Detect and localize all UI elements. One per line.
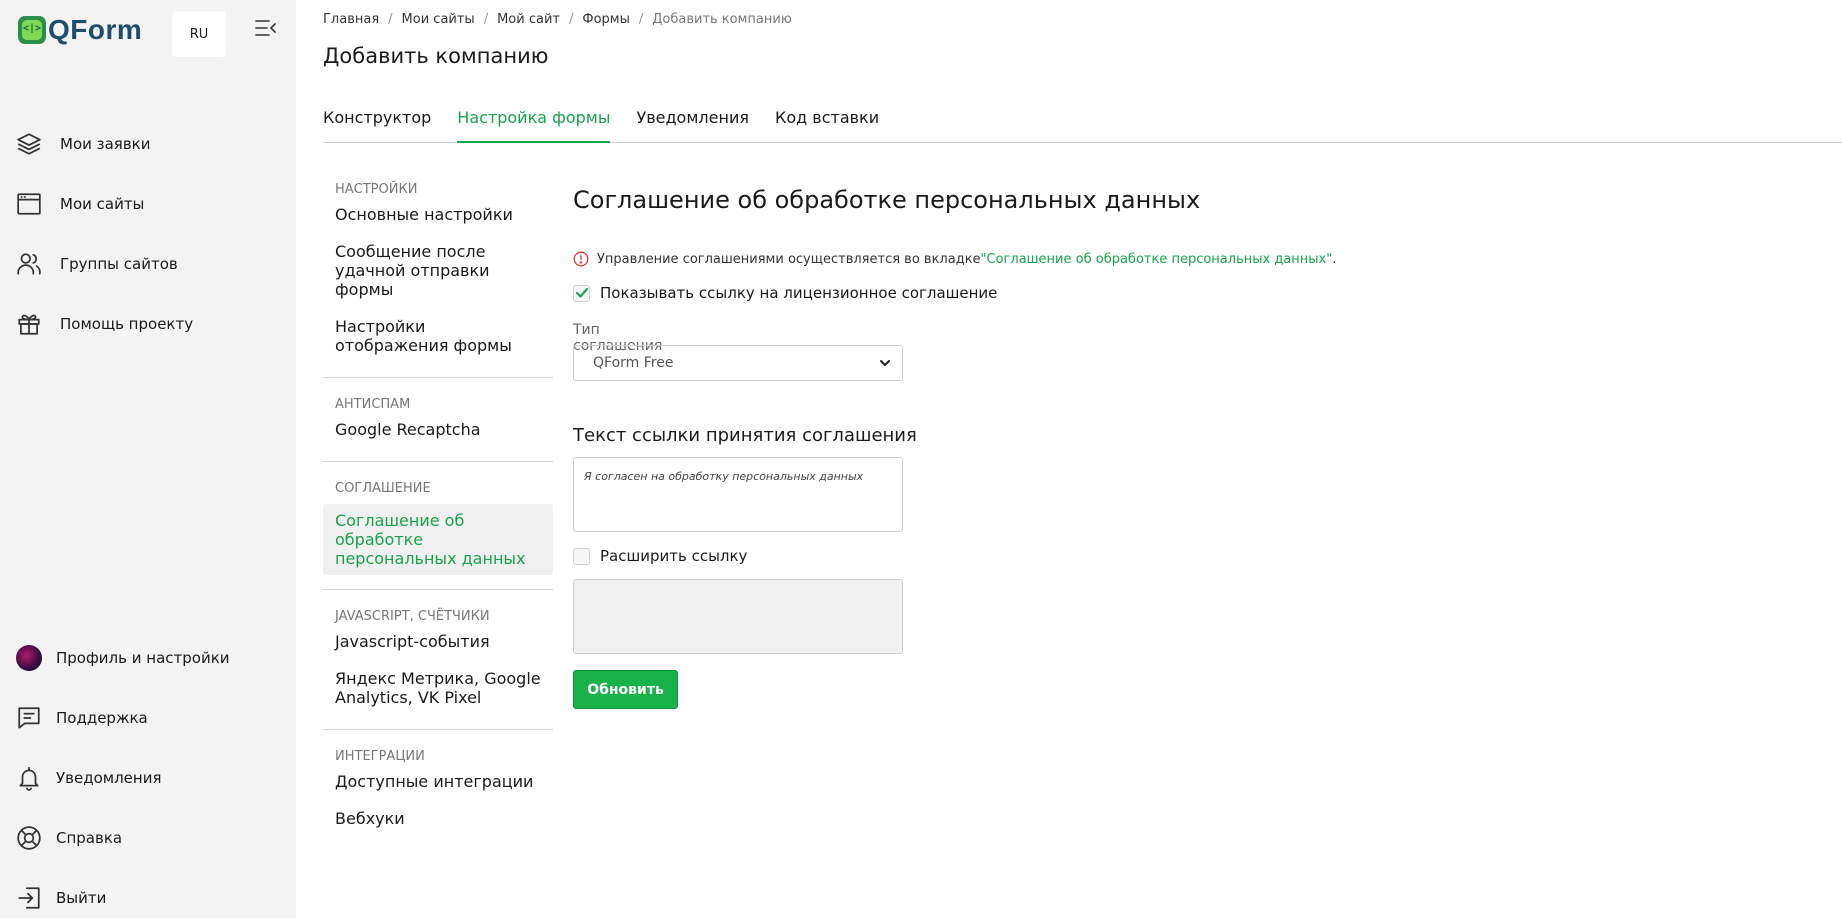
bell-icon xyxy=(14,763,44,793)
notice: Управление соглашениями осуществляется в… xyxy=(573,251,1336,267)
breadcrumb-my-sites[interactable]: Мои сайты xyxy=(402,12,475,27)
checkbox-label: Показывать ссылку на лицензионное соглаш… xyxy=(600,284,998,302)
breadcrumb: Главная / Мои сайты / Мой сайт / Формы /… xyxy=(323,12,792,27)
chat-icon xyxy=(14,703,44,733)
menu-item-js-events[interactable]: Javascript-события xyxy=(323,632,553,651)
sidebar-item-label: Уведомления xyxy=(56,769,162,787)
info-circle-icon xyxy=(573,251,589,267)
menu-item-recaptcha[interactable]: Google Recaptcha xyxy=(323,420,553,439)
breadcrumb-current: Добавить компанию xyxy=(652,12,792,27)
sidebar-item-label: Выйти xyxy=(56,889,107,907)
notice-text: Управление соглашениями осуществляется в… xyxy=(597,251,981,267)
notice-suffix: . xyxy=(1332,251,1337,267)
chevron-down-icon xyxy=(880,360,890,366)
lifebuoy-icon xyxy=(14,823,44,853)
menu-item-display-settings[interactable]: Настройки отображения формы xyxy=(323,317,553,355)
language-switcher[interactable]: RU xyxy=(172,11,226,57)
extend-link-checkbox[interactable] xyxy=(573,547,590,565)
sidebar-item-notifications[interactable]: Уведомления xyxy=(14,761,161,795)
avatar xyxy=(14,643,44,673)
sidebar: <|> QForm RU Мои заявки Мои сайты Группы… xyxy=(0,0,296,918)
menu-item-analytics[interactable]: Яндекс Метрика, Google Analytics, VK Pix… xyxy=(323,669,553,707)
logout-icon xyxy=(14,883,44,913)
logo-text: QForm xyxy=(48,14,143,45)
show-license-link-checkbox[interactable] xyxy=(573,284,590,302)
link-text-textarea[interactable]: Я согласен на обработку персональных дан… xyxy=(573,457,903,532)
extend-link-checkbox-row[interactable]: Расширить ссылку xyxy=(573,547,747,565)
sidebar-item-label: Мои заявки xyxy=(60,135,151,153)
menu-section-title: АНТИСПАМ xyxy=(335,397,411,412)
browser-window-icon xyxy=(14,189,44,219)
tab-notifications[interactable]: Уведомления xyxy=(636,108,749,143)
breadcrumb-separator: / xyxy=(638,12,644,27)
menu-section-title: JAVASCRIPT, СЧЁТЧИКИ xyxy=(335,609,490,624)
menu-item-success-message[interactable]: Сообщение после удачной отправки формы xyxy=(323,242,553,299)
layers-icon xyxy=(14,129,44,159)
update-button[interactable]: Обновить xyxy=(573,670,678,709)
sidebar-item-my-sites[interactable]: Мои сайты xyxy=(14,187,144,221)
logo-mark-icon: <|> xyxy=(18,16,46,44)
gift-icon xyxy=(14,309,44,339)
agreement-type-value: QForm Free xyxy=(593,355,674,371)
menu-item-personal-data-agreement[interactable]: Соглашение об обработке персональных дан… xyxy=(323,504,553,575)
section-heading: Соглашение об обработке персональных дан… xyxy=(573,186,1201,214)
tabs: Конструктор Настройка формы Уведомления … xyxy=(323,108,1842,143)
breadcrumb-my-site[interactable]: Мой сайт xyxy=(497,12,560,27)
extended-link-textarea[interactable] xyxy=(573,579,903,654)
sidebar-item-label: Помощь проекту xyxy=(60,315,194,333)
menu-item-basic-settings[interactable]: Основные настройки xyxy=(323,205,553,224)
menu-section-title: ИНТЕГРАЦИИ xyxy=(335,749,425,764)
menu-divider xyxy=(323,377,553,378)
show-license-link-checkbox-row[interactable]: Показывать ссылку на лицензионное соглаш… xyxy=(573,284,997,302)
sidebar-item-label: Группы сайтов xyxy=(60,255,178,273)
menu-item-webhooks[interactable]: Вебхуки xyxy=(323,809,553,828)
tab-embed-code[interactable]: Код вставки xyxy=(775,108,879,143)
menu-section-title: НАСТРОЙКИ xyxy=(335,182,418,197)
page-title: Добавить компанию xyxy=(323,44,549,68)
tab-form-settings[interactable]: Настройка формы xyxy=(457,108,611,143)
sidebar-item-help-project[interactable]: Помощь проекту xyxy=(14,307,193,341)
menu-section-title: СОГЛАШЕНИЕ xyxy=(335,481,431,496)
notice-link[interactable]: "Соглашение об обработке персональных да… xyxy=(981,252,1333,267)
logo[interactable]: <|> QForm xyxy=(18,14,142,46)
users-icon xyxy=(14,249,44,279)
sidebar-item-profile[interactable]: Профиль и настройки xyxy=(14,641,230,675)
breadcrumb-separator: / xyxy=(483,12,489,27)
sidebar-item-label: Профиль и настройки xyxy=(56,649,230,667)
breadcrumb-separator: / xyxy=(388,12,393,27)
breadcrumb-forms[interactable]: Формы xyxy=(582,12,629,27)
breadcrumb-separator: / xyxy=(568,12,574,27)
menu-item-integrations[interactable]: Доступные интеграции xyxy=(323,772,553,791)
sidebar-item-label: Поддержка xyxy=(56,709,148,727)
menu-divider xyxy=(323,461,553,462)
tab-constructor[interactable]: Конструктор xyxy=(323,108,431,143)
sidebar-item-help[interactable]: Справка xyxy=(14,821,122,855)
sidebar-item-my-requests[interactable]: Мои заявки xyxy=(14,127,150,161)
sidebar-item-label: Справка xyxy=(56,829,123,847)
menu-divider xyxy=(323,589,553,590)
sidebar-item-site-groups[interactable]: Группы сайтов xyxy=(14,247,178,281)
check-icon xyxy=(575,287,588,298)
menu-divider xyxy=(323,729,553,730)
sidebar-item-logout[interactable]: Выйти xyxy=(14,881,106,915)
checkbox-label: Расширить ссылку xyxy=(600,547,748,565)
agreement-type-select[interactable]: QForm Free xyxy=(573,345,903,381)
link-text-heading: Текст ссылки принятия соглашения xyxy=(573,425,917,446)
collapse-sidebar-icon[interactable] xyxy=(254,16,278,40)
sidebar-item-label: Мои сайты xyxy=(60,195,145,213)
settings-menu: НАСТРОЙКИ Основные настройки Сообщение п… xyxy=(323,182,553,828)
sidebar-item-support[interactable]: Поддержка xyxy=(14,701,148,735)
breadcrumb-home[interactable]: Главная xyxy=(323,12,379,27)
